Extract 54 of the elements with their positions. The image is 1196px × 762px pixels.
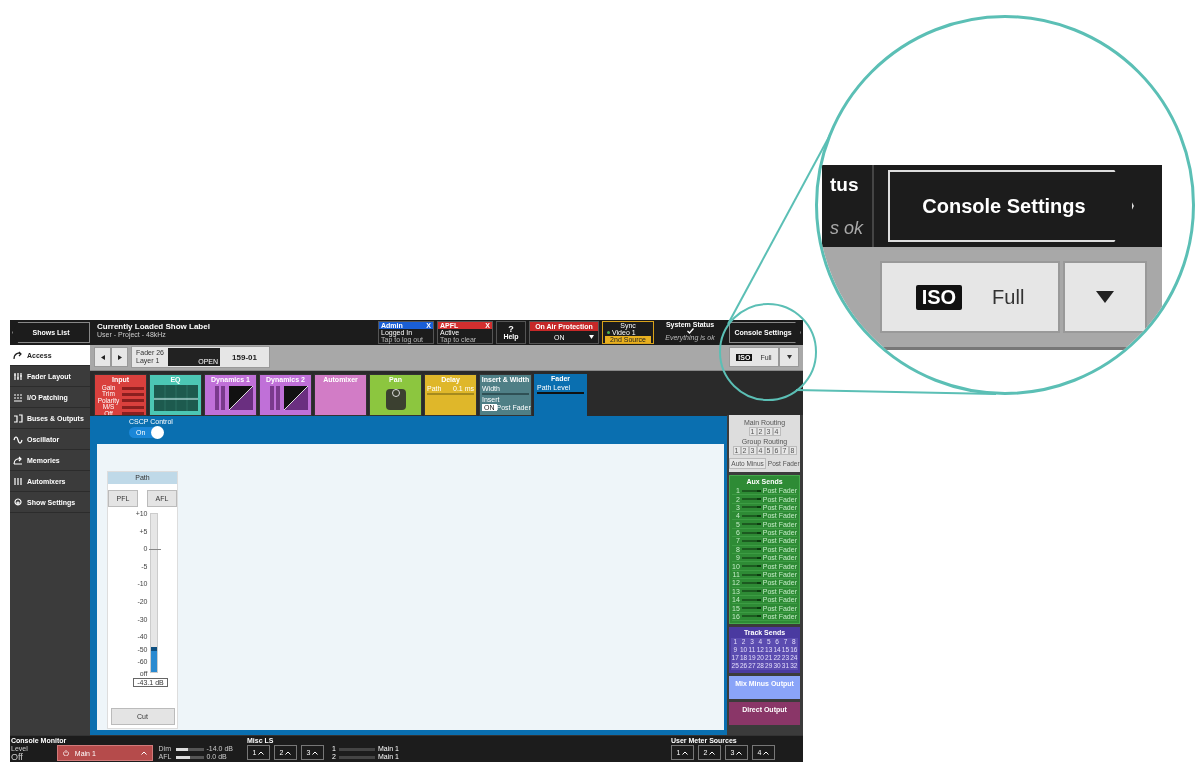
menu-icon: [13, 392, 23, 402]
console-settings-button[interactable]: Console Settings: [888, 170, 1134, 242]
send-level-bar[interactable]: [741, 514, 761, 517]
send-level-bar[interactable]: [741, 506, 761, 509]
status-title-fragment: tus: [830, 173, 860, 196]
send-level-bar[interactable]: [741, 607, 761, 610]
send-level-bar[interactable]: [741, 598, 761, 601]
eq-curve-drawing: [153, 384, 198, 411]
chevron-up-icon: [709, 750, 716, 755]
chevron-up-icon: [258, 750, 265, 755]
dropdown-button[interactable]: [779, 347, 799, 368]
previous-button[interactable]: [94, 347, 111, 368]
send-level-bar[interactable]: [741, 581, 761, 584]
iso-mode-button[interactable]: ISO Full: [880, 261, 1060, 333]
menu-icon: [13, 455, 23, 465]
level-fill[interactable]: [150, 646, 157, 672]
caret-icon: [786, 355, 792, 360]
caret-icon: [1096, 291, 1114, 303]
menu-icon: [13, 350, 23, 360]
caret-icon: [589, 335, 594, 339]
menu-icon: [13, 413, 23, 423]
send-level-bar[interactable]: [741, 556, 761, 559]
chevron-up-icon: [285, 750, 292, 755]
menu-icon: [13, 476, 23, 486]
send-level-bar[interactable]: [741, 539, 761, 542]
status-message-fragment: s ok: [830, 217, 865, 239]
send-level-bar[interactable]: [741, 565, 761, 568]
left-arrow-icon: [100, 354, 105, 360]
send-level-bar[interactable]: [741, 590, 761, 593]
chevron-up-icon: [682, 750, 689, 755]
menu-icon: [13, 497, 23, 507]
send-level-bar[interactable]: [741, 523, 761, 526]
chevron-up-icon: [736, 750, 743, 755]
chevron-up-icon: [763, 750, 770, 755]
send-level-bar[interactable]: [741, 531, 761, 534]
show-title: Currently Loaded Show Label: [97, 322, 211, 331]
status-dot-icon: [607, 331, 610, 334]
right-arrow-icon: [117, 354, 122, 360]
send-level-bar[interactable]: [741, 548, 761, 551]
send-level-bar[interactable]: [741, 615, 761, 618]
next-button[interactable]: [111, 347, 128, 368]
path-label: 159-01: [231, 352, 258, 362]
speaker-meter: [338, 755, 375, 759]
send-level-bar[interactable]: [741, 573, 761, 576]
chevron-up-icon: [312, 750, 319, 755]
checkmark-icon: [686, 328, 694, 334]
send-level-bar[interactable]: [741, 489, 761, 492]
dropdown-button[interactable]: [1063, 261, 1147, 333]
menu-icon: [13, 434, 23, 444]
chevron-up-icon: [140, 751, 147, 755]
menu-icon: [13, 371, 23, 381]
level-value: Off: [11, 753, 24, 761]
speaker-meter: [338, 747, 375, 751]
power-icon: [62, 750, 69, 756]
